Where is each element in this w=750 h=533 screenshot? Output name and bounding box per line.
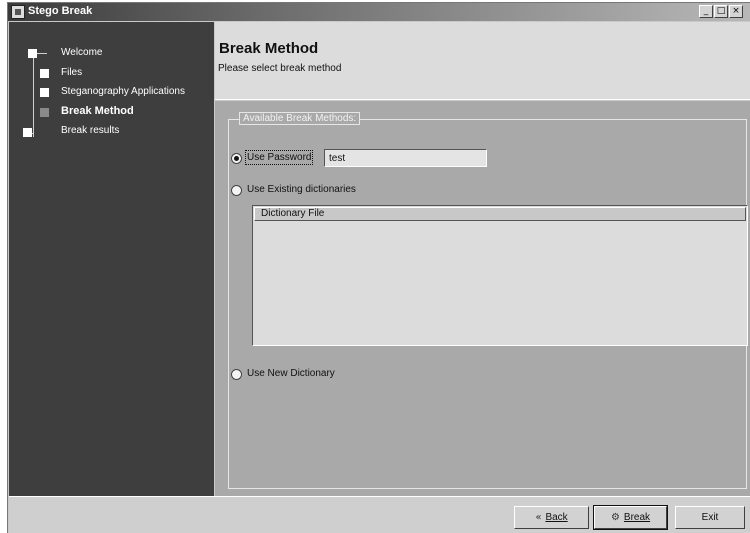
password-input[interactable] [324,149,487,167]
sidebar-step-break-results: Break results [61,125,120,136]
page-title: Break Method [219,40,319,57]
exit-button[interactable]: Exit [675,506,745,529]
back-button-label: Back [545,512,568,523]
steps-tree-connector [37,53,47,54]
wizard-footer: « Back ⚙ Break Exit [9,496,750,533]
break-button-label: Break [623,512,651,523]
break-button[interactable]: ⚙ Break [593,505,668,530]
step-node-icon [28,49,37,58]
wizard-steps-sidebar: Welcome Files Steganography Applications… [9,22,214,496]
step-node-icon [40,69,49,78]
back-arrow-icon: « [535,512,542,523]
window-title: Stego Break [28,5,93,17]
page-header: Break Method Please select break method [215,22,750,100]
app-icon [11,5,25,19]
use-new-dictionary-radio[interactable] [231,369,242,380]
sidebar-step-files: Files [61,67,83,78]
maximize-button[interactable]: □ [714,5,728,18]
sidebar-step-break-method: Break Method [61,105,134,117]
break-method-panel: Available Break Methods: Use Password Us… [215,101,750,496]
step-node-current-icon [40,108,49,117]
dictionary-file-column-header[interactable]: Dictionary File [254,207,746,221]
exit-button-label: Exit [701,512,719,523]
app-window: Stego Break _ □ × Welcome Files Steganog… [7,2,750,533]
use-password-radio[interactable] [231,153,242,164]
sidebar-step-steganography-applications: Steganography Applications [61,86,185,97]
page-subtitle: Please select break method [218,63,342,74]
dictionary-table[interactable]: Dictionary File [252,205,748,346]
group-title: Available Break Methods: [239,112,361,125]
minimize-button[interactable]: _ [699,5,713,18]
use-password-label[interactable]: Use Password [244,150,314,165]
use-existing-dictionaries-label[interactable]: Use Existing dictionaries [247,184,356,195]
close-button[interactable]: × [729,5,743,18]
use-existing-dictionaries-radio[interactable] [231,185,242,196]
back-button[interactable]: « Back [514,506,589,529]
sidebar-step-welcome: Welcome [61,47,103,58]
step-node-icon [23,128,32,137]
break-icon: ⚙ [610,512,620,523]
use-new-dictionary-label[interactable]: Use New Dictionary [247,368,335,379]
title-bar[interactable]: Stego Break _ □ × [8,3,750,21]
step-node-icon [40,88,49,97]
steps-tree-line [33,55,34,137]
